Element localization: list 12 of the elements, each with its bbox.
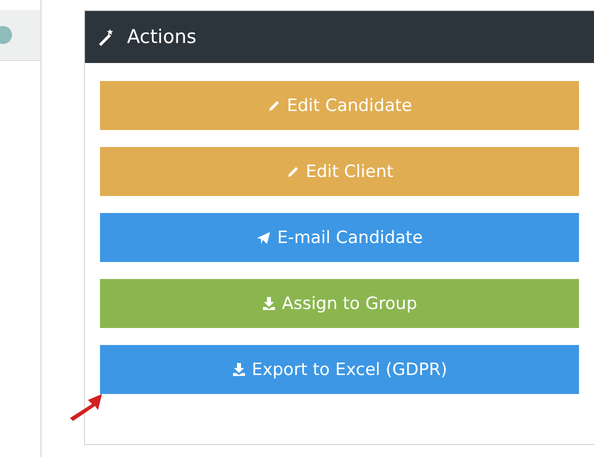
action-button[interactable]: Edit Candidate	[100, 81, 579, 130]
pencil-icon	[286, 164, 300, 178]
action-button[interactable]: Edit Client	[100, 147, 579, 196]
pencil-icon	[266, 98, 281, 112]
panel-title: Actions	[127, 26, 196, 48]
action-button[interactable]: E-mail Candidate	[100, 213, 579, 262]
download-icon	[232, 362, 246, 377]
action-button[interactable]: Export to Excel (GDPR)	[100, 345, 579, 394]
magic-wand-icon	[97, 28, 115, 46]
download-icon	[262, 296, 276, 311]
paper-plane-icon	[256, 230, 272, 244]
action-button[interactable]: Assign to Group	[100, 279, 579, 328]
